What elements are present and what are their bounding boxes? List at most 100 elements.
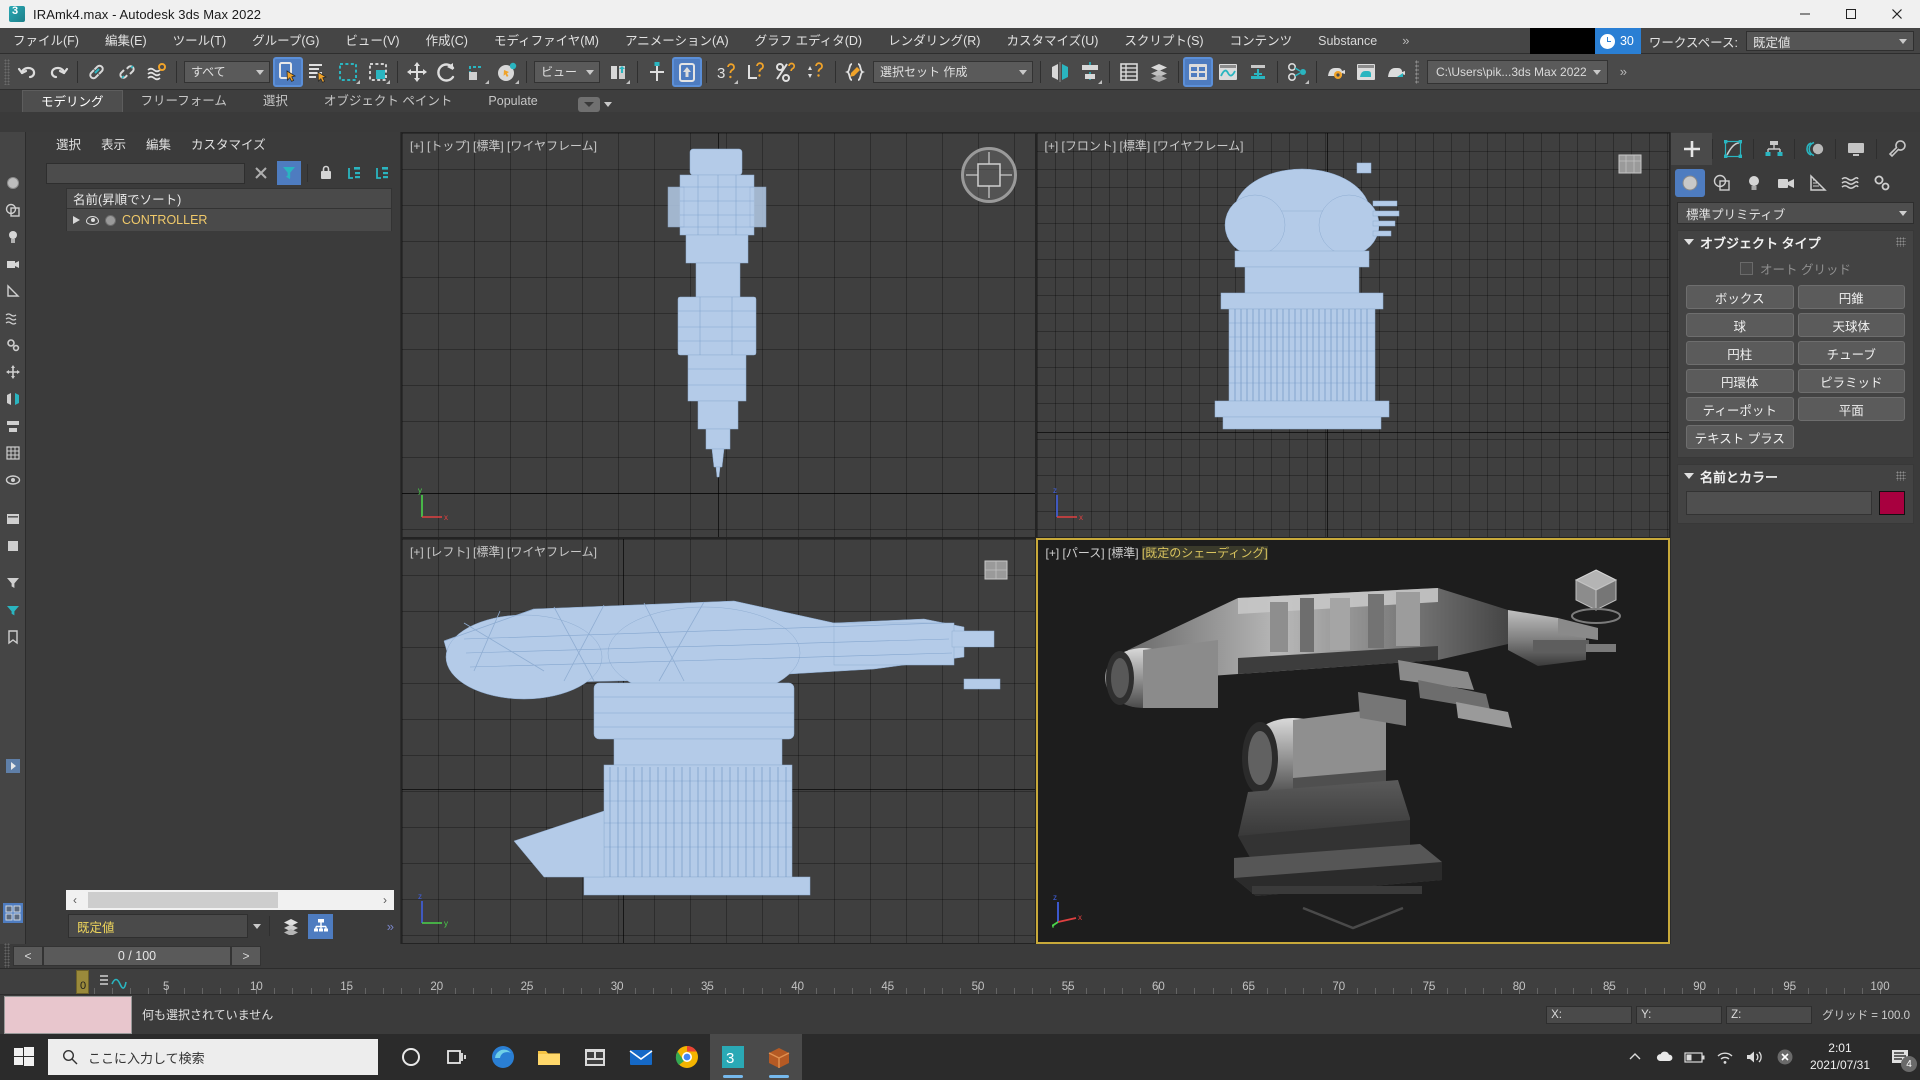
select-and-scale-button[interactable] — [462, 57, 492, 87]
object-category-dropdown[interactable]: 標準プリミティブ — [1677, 202, 1914, 224]
rail-filter-icon[interactable] — [1, 570, 25, 596]
explorer-menu-select[interactable]: 選択 — [46, 132, 91, 158]
render-production-button[interactable] — [1381, 57, 1411, 87]
ruler-icon[interactable] — [1803, 169, 1833, 197]
create-tab[interactable] — [1671, 133, 1712, 165]
menu-content[interactable]: コンテンツ — [1217, 28, 1306, 54]
error-icon[interactable] — [1770, 1034, 1800, 1080]
lock-icon[interactable] — [314, 161, 338, 185]
autogrid-row[interactable]: オート グリッド — [1686, 259, 1905, 278]
rail-space-warp-icon[interactable] — [1, 305, 25, 331]
align-button[interactable] — [1075, 57, 1105, 87]
time-slider-playhead[interactable]: 0 — [76, 970, 89, 994]
light-bulb-icon[interactable] — [1739, 169, 1769, 197]
expand-triangle-icon[interactable] — [73, 216, 80, 224]
create-tube-button[interactable]: チューブ — [1797, 341, 1905, 365]
mail-icon[interactable] — [618, 1034, 664, 1080]
chrome-icon[interactable] — [664, 1034, 710, 1080]
select-object-button[interactable] — [273, 56, 303, 87]
rendered-frame-window-button[interactable] — [1351, 57, 1381, 87]
workspace-dropdown[interactable]: 既定値 — [1746, 31, 1914, 51]
collapse-all-icon[interactable] — [370, 161, 394, 185]
mirror-button[interactable] — [1045, 57, 1075, 87]
project-path-dropdown[interactable]: C:\Users\pik...3ds Max 2022 — [1427, 59, 1608, 84]
scroll-thumb[interactable] — [88, 892, 278, 908]
minimize-button[interactable] — [1782, 0, 1828, 28]
cortana-icon[interactable] — [388, 1034, 434, 1080]
menu-customize[interactable]: カスタマイズ(U) — [993, 28, 1111, 54]
create-pyramid-button[interactable]: ピラミッド — [1797, 369, 1905, 393]
menu-tools[interactable]: ツール(T) — [160, 28, 239, 54]
menu-group[interactable]: グループ(G) — [239, 28, 332, 54]
object-type-rollout-header[interactable]: オブジェクト タイプ — [1678, 231, 1913, 253]
scene-explorer-toggle-button[interactable] — [1183, 56, 1213, 87]
current-layer-dropdown[interactable]: 既定値 — [68, 914, 248, 938]
select-and-manipulate-button[interactable] — [642, 57, 672, 87]
use-pivot-point-center-button[interactable] — [603, 57, 633, 87]
list-item[interactable]: CONTROLLER — [66, 209, 392, 231]
tab-freeform[interactable]: フリーフォーム — [123, 90, 245, 112]
shapes-category[interactable] — [1707, 169, 1737, 197]
eye-icon[interactable] — [86, 215, 99, 225]
menu-substance[interactable]: Substance — [1305, 28, 1390, 54]
menu-overflow-chevron[interactable]: » — [1390, 28, 1421, 54]
camera-icon[interactable] — [1771, 169, 1801, 197]
rail-visibility-icon[interactable] — [1, 467, 25, 493]
toolbar-overflow-chevron[interactable]: » — [1608, 55, 1639, 89]
rectangular-selection-region-button[interactable] — [333, 57, 363, 87]
autogrid-checkbox[interactable] — [1740, 262, 1753, 275]
toolbar-grip[interactable] — [4, 58, 10, 85]
view-cube-perspective[interactable] — [1564, 562, 1628, 629]
hierarchy-tab[interactable] — [1753, 133, 1794, 165]
create-cylinder-button[interactable]: 円柱 — [1686, 341, 1794, 365]
create-geosphere-button[interactable]: 天球体 — [1797, 313, 1905, 337]
windows-logo-icon[interactable] — [0, 1034, 48, 1080]
rail-box-icon[interactable] — [1, 533, 25, 559]
view-cube-front[interactable] — [1613, 151, 1647, 184]
microsoft-store-icon[interactable] — [572, 1034, 618, 1080]
rail-helper-icon[interactable] — [1, 278, 25, 304]
rail-camera-icon[interactable] — [1, 251, 25, 277]
rail-viewport-layout-button[interactable] — [1, 900, 25, 926]
ribbon-minimize-dropdown[interactable] — [577, 97, 612, 112]
scene-explorer-search-input[interactable] — [46, 162, 245, 184]
menu-file[interactable]: ファイル(F) — [0, 28, 92, 54]
taskbar-clock[interactable]: 2:01 2021/07/31 — [1800, 1040, 1880, 1075]
tab-selection[interactable]: 選択 — [245, 90, 306, 112]
object-name-input[interactable] — [1686, 491, 1872, 515]
expand-all-icon[interactable] — [342, 161, 366, 185]
create-sphere-button[interactable]: 球 — [1686, 313, 1794, 337]
keyboard-shortcut-override-toggle[interactable] — [672, 56, 702, 87]
motion-tab[interactable] — [1794, 133, 1835, 165]
modify-tab[interactable] — [1712, 133, 1753, 165]
clear-search-button[interactable] — [249, 161, 273, 185]
steering-wheel-navigator[interactable] — [960, 147, 1017, 203]
menu-animation[interactable]: アニメーション(A) — [612, 28, 742, 54]
display-tab[interactable] — [1835, 133, 1876, 165]
explorer-horizontal-scrollbar[interactable]: ‹ › — [66, 890, 394, 910]
battery-icon[interactable] — [1680, 1034, 1710, 1080]
explorer-menu-edit[interactable]: 編集 — [136, 132, 181, 158]
select-and-move-button[interactable] — [402, 57, 432, 87]
manage-layers-button[interactable] — [1144, 57, 1174, 87]
hierarchy-icon[interactable] — [308, 913, 333, 939]
create-plane-button[interactable]: 平面 — [1797, 397, 1905, 421]
file-explorer-icon[interactable] — [526, 1034, 572, 1080]
percent-snap-toggle-button[interactable] — [771, 57, 801, 87]
rail-expand-panel-button[interactable] — [1, 753, 25, 779]
snaps-toggle-button[interactable]: 3 — [711, 57, 741, 87]
geometry-category[interactable] — [1675, 169, 1705, 197]
track-bar-ruler[interactable]: 0 5 10 15 20 25 30 35 40 45 50 55 60 65 70 75 80 85 90 95 1… — [0, 968, 1920, 994]
explorer-overflow-chevron[interactable]: » — [387, 919, 394, 934]
reference-coordinate-system-dropdown[interactable]: ビュー — [534, 60, 600, 83]
current-frame-display[interactable]: 0 / 100 — [43, 946, 231, 966]
gears-icon[interactable] — [1867, 169, 1897, 197]
tab-populate[interactable]: Populate — [470, 90, 555, 112]
select-and-link-button[interactable] — [82, 57, 112, 87]
menu-edit[interactable]: 編集(E) — [92, 28, 160, 54]
rail-align-icon[interactable] — [1, 413, 25, 439]
menu-scripting[interactable]: スクリプト(S) — [1111, 28, 1216, 54]
autobackup-timer[interactable]: 30 — [1594, 28, 1641, 54]
menu-graph-editors[interactable]: グラフ エディタ(D) — [742, 28, 875, 54]
task-view-icon[interactable] — [434, 1034, 480, 1080]
